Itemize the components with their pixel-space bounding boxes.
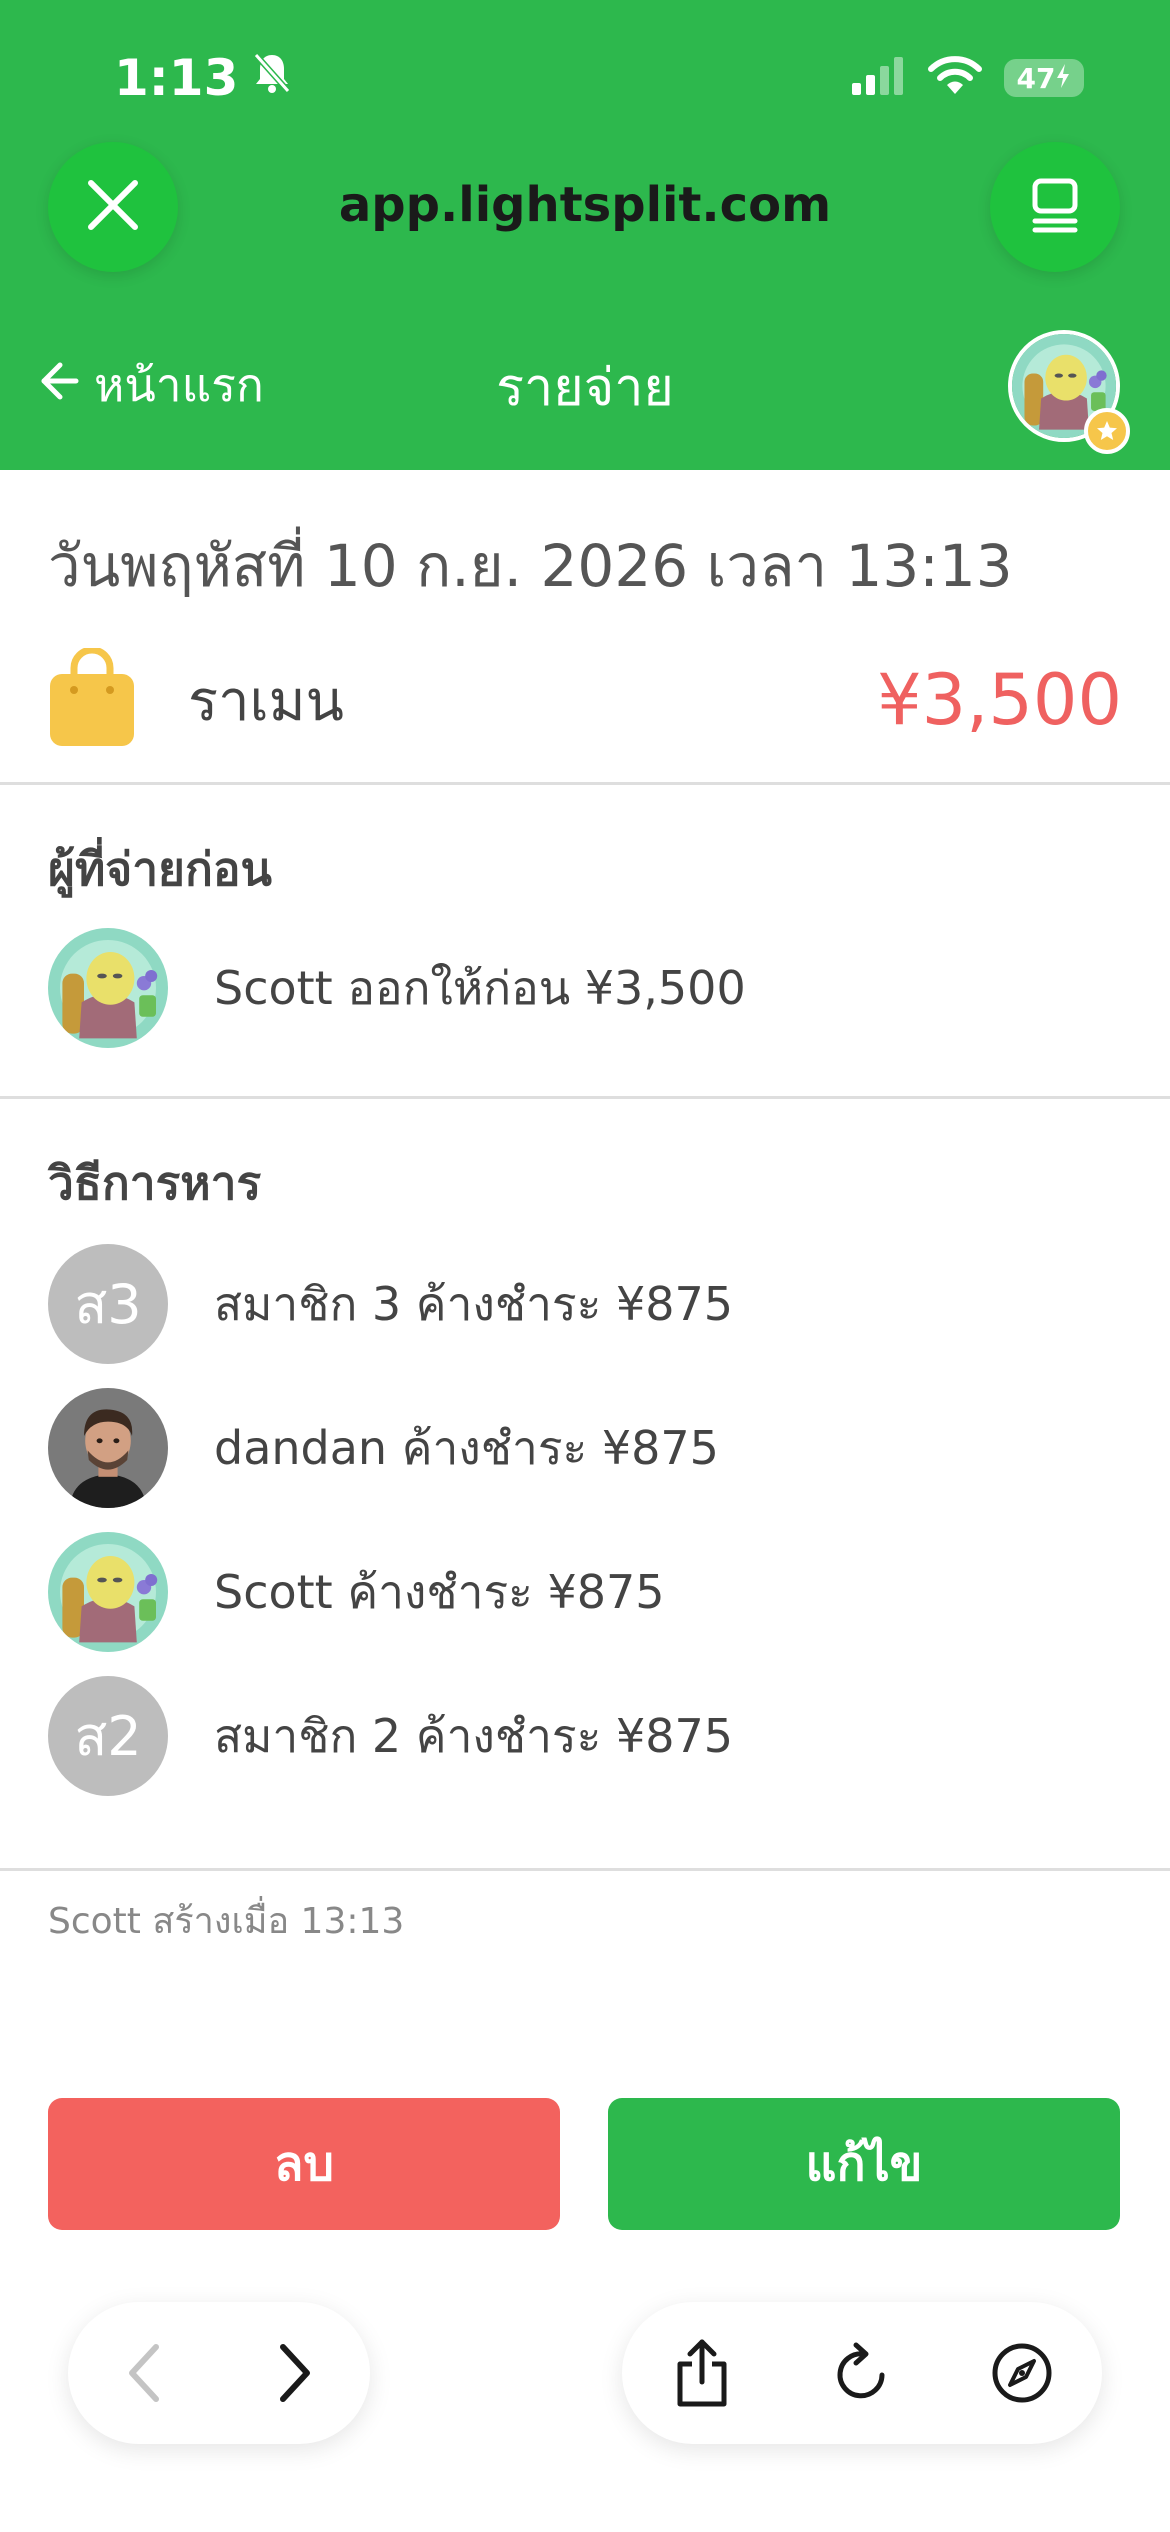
divider [0,782,1170,785]
divider [0,1096,1170,1099]
delete-button[interactable]: ลบ [48,2098,560,2230]
split-row: ส2 สมาชิก 2 ค้างชำระ ¥875 [48,1676,733,1796]
payer-row: Scott ออกให้ก่อน ¥3,500 [48,928,746,1048]
split-text: สมาชิก 2 ค้างชำระ ¥875 [214,1708,734,1763]
expense-name: ราเมน [188,668,344,734]
close-icon [85,177,141,237]
split-text: Scott ค้างชำระ ¥875 [214,1564,665,1619]
split-row: dandan ค้างชำระ ¥875 [48,1388,719,1508]
cellular-signal-icon [850,57,906,99]
expense-date: วันพฤหัสที่ 10 ก.ย. 2026 เวลา 13:13 [48,531,1013,600]
forward-chevron-icon[interactable] [255,2333,335,2413]
reload-icon[interactable] [822,2333,902,2413]
split-section-title: วิธีการหาร [48,1155,262,1210]
character-avatar [48,928,168,1048]
clock-text: 1:13 [114,49,239,107]
expense-amount: ¥3,500 [877,659,1122,741]
page-title: รายจ่าย [496,357,674,418]
profile-avatar-button[interactable] [1008,330,1130,454]
wifi-icon [928,56,982,100]
letter-avatar: ส2 [48,1676,168,1796]
compass-icon[interactable] [982,2333,1062,2413]
status-bar-time: 1:13 [114,44,292,112]
expense-summary: ราเมน ¥3,500 [48,640,1122,760]
status-bar-indicators: 47 [850,50,1084,106]
battery-indicator: 47 [1004,59,1084,97]
shopping-bag-icon [48,646,136,752]
edit-button[interactable]: แก้ไข [608,2098,1120,2230]
character-avatar [48,1532,168,1652]
split-text: สมาชิก 3 ค้างชำระ ¥875 [214,1276,734,1331]
photo-avatar [48,1388,168,1508]
star-badge-icon [1084,408,1130,454]
close-browser-button[interactable] [48,142,178,272]
letter-avatar: ส3 [48,1244,168,1364]
created-note: Scott สร้างเมื่อ 13:13 [48,1900,405,1942]
silent-bell-icon [252,49,292,107]
payers-section-title: ผู้ที่จ่ายก่อน [48,841,272,896]
battery-level-text: 47 [1016,61,1056,95]
split-row: ส3 สมาชิก 3 ค้างชำระ ¥875 [48,1244,733,1364]
browser-navigation-pill [68,2302,370,2444]
charging-bolt-icon [1055,62,1071,95]
arrow-left-icon [40,358,80,412]
payer-text: Scott ออกให้ก่อน ¥3,500 [214,960,746,1015]
back-chevron-icon[interactable] [104,2333,184,2413]
browser-actions-pill [622,2302,1102,2444]
back-label: หน้าแรก [94,357,264,412]
document-icon [1029,177,1081,237]
url-label[interactable]: app.lightsplit.com [250,170,920,240]
divider [0,1868,1170,1871]
browser-menu-button[interactable] [990,142,1120,272]
split-row: Scott ค้างชำระ ¥875 [48,1532,665,1652]
share-icon[interactable] [662,2333,742,2413]
back-to-home-button[interactable]: หน้าแรก [40,350,264,420]
split-text: dandan ค้างชำระ ¥875 [214,1420,719,1475]
